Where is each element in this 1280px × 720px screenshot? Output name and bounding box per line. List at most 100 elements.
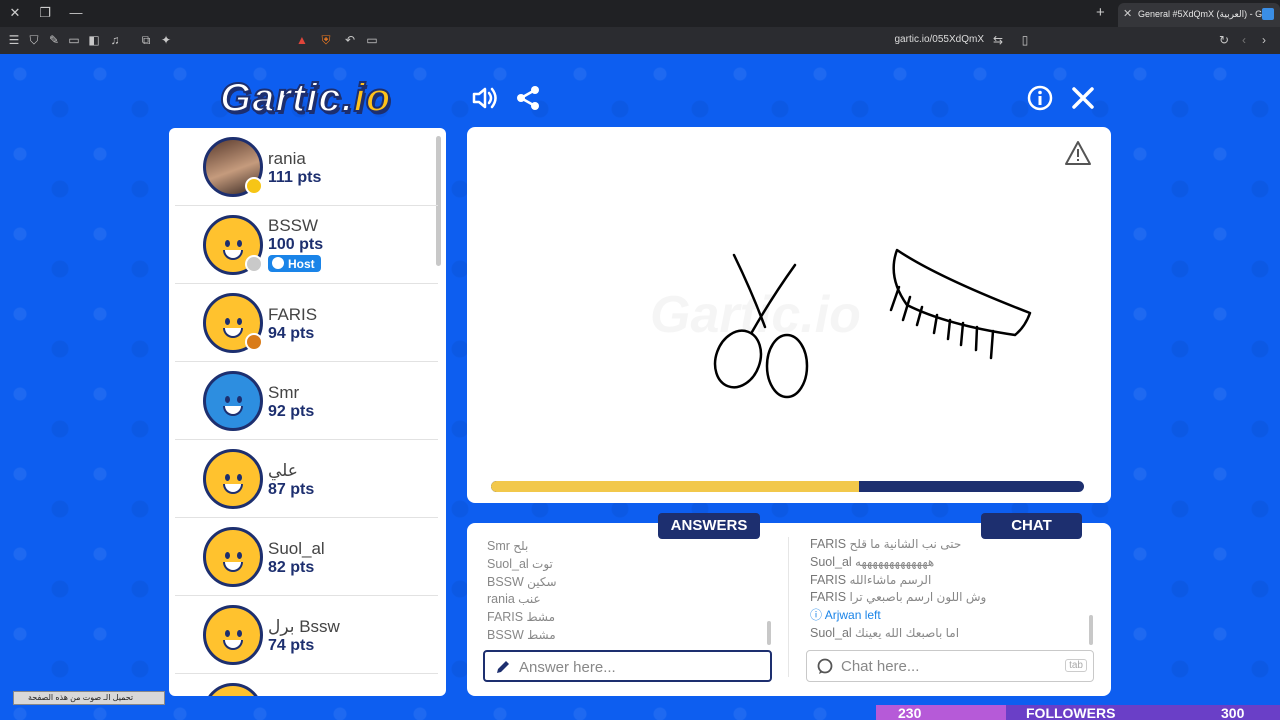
rank-medal-icon xyxy=(245,333,263,351)
avatar xyxy=(203,683,263,696)
player-score: 87 pts xyxy=(268,481,315,498)
browser-toolbar: ☰ ⛉ ✎ ▭ ◧ ♫ ⧉ ✦ ▲ ⛨ ↶ ▭ gartic.io/055XdQ… xyxy=(0,27,1280,54)
followers-label: FOLLOWERS xyxy=(1026,705,1116,720)
minimize-window-icon[interactable]: — xyxy=(67,5,85,20)
info-icon: ⓘ xyxy=(810,608,823,623)
close-icon[interactable] xyxy=(1069,84,1097,112)
avatar xyxy=(203,527,263,587)
gartic-logo[interactable]: Gartic.io xyxy=(219,75,392,121)
list-item: Suol_al توت xyxy=(487,556,553,571)
sidebar-icon[interactable]: ◧ xyxy=(86,33,102,47)
avatar xyxy=(203,449,263,509)
tab-close-icon[interactable]: ✕ xyxy=(1123,7,1132,20)
address-bar-url[interactable]: gartic.io/055XdQmX xyxy=(820,34,985,45)
timer-fill xyxy=(491,481,859,492)
shield-icon[interactable]: ⛉ xyxy=(26,33,42,47)
player-score: 111 pts xyxy=(268,169,322,186)
player-score: 92 pts xyxy=(268,403,315,420)
panel-divider xyxy=(788,537,789,677)
answers-list: Smr بلح Suol_al توت BSSW سكين rania عنب … xyxy=(487,538,762,648)
player-name: rania xyxy=(268,149,306,168)
rank-medal-icon xyxy=(245,177,263,195)
chat-input[interactable]: Chat here... tab xyxy=(806,650,1094,682)
warning-icon[interactable]: ▲ xyxy=(294,33,310,47)
sound-icon[interactable] xyxy=(471,84,499,112)
extension-text: تحميل الـ صوت من هذه الصفحة xyxy=(28,693,134,702)
pencil-icon xyxy=(497,661,509,673)
extension-bar[interactable]: تحميل الـ صوت من هذه الصفحة xyxy=(13,691,165,705)
followers-goal: 300 xyxy=(1221,705,1245,720)
chat-bubble-icon xyxy=(817,658,833,674)
player-name: FARIS xyxy=(268,305,318,324)
browser-titlebar: ✕ ❐ — + ✕ General #5XdQmX (العربية) - Ga… xyxy=(0,0,1280,27)
list-item: Smr بلح xyxy=(487,539,529,553)
brave-shield-icon[interactable]: ⛨ xyxy=(318,33,334,47)
list-item: Suol_al اما باصبعك الله يعينك xyxy=(810,625,960,640)
player-row[interactable]: Suol_al 82 pts xyxy=(175,518,438,596)
player-row[interactable]: برل Bssw 74 pts xyxy=(175,596,438,674)
music-icon[interactable]: ♫ xyxy=(107,33,123,47)
round-timer-bar xyxy=(491,481,1084,492)
player-name: Smr xyxy=(268,383,300,402)
player-name: Suol_al xyxy=(268,539,325,558)
system-message: ⓘ Arjwan left xyxy=(810,608,881,623)
bookmark-icon[interactable]: ▯ xyxy=(1017,33,1033,47)
list-item: FARIS وش اللون ارسم باصبعي ترا xyxy=(810,590,987,605)
player-name: علي xyxy=(268,461,298,480)
new-tab-icon[interactable]: + xyxy=(1096,4,1105,21)
chat-list: FARIS حتى نب الشانية ما قلح Suol_al هههه… xyxy=(810,536,1085,648)
player-score: 82 pts xyxy=(268,559,315,576)
player-score: 100 pts xyxy=(268,236,324,253)
host-icon xyxy=(272,257,284,269)
info-icon[interactable] xyxy=(1026,84,1054,112)
rank-medal-icon xyxy=(245,255,263,273)
answers-tab[interactable]: ANSWERS xyxy=(658,513,760,539)
list-item: Suol_al هههههههههههههه xyxy=(810,554,935,569)
answer-input[interactable]: Answer here... xyxy=(483,650,772,682)
list-item: FARIS الرسم ماشاءالله xyxy=(810,572,932,587)
chat-placeholder: Chat here... xyxy=(841,658,920,675)
tab-title: General #5XdQmX (العربية) - Gar xyxy=(1138,9,1271,19)
undo-icon[interactable]: ↶ xyxy=(342,33,358,47)
tab-key-hint: tab xyxy=(1065,659,1087,672)
list-item: BSSW مشط xyxy=(487,627,556,642)
list-item: FARIS مشط xyxy=(487,610,555,625)
players-list: rania 111 pts BSSW 100 pts Host FARIS 94… xyxy=(169,128,446,696)
followers-current: 230 xyxy=(898,705,922,720)
gartic-favicon-icon xyxy=(1262,8,1274,20)
player-row[interactable]: rania 111 pts xyxy=(175,128,438,206)
player-row[interactable]: FARIS 94 pts xyxy=(175,284,438,362)
answer-placeholder: Answer here... xyxy=(519,659,616,676)
followers-bar: 230 FOLLOWERS 300 xyxy=(876,705,1280,720)
forward-icon[interactable]: › xyxy=(1256,33,1272,47)
player-name: BSSW xyxy=(268,216,319,235)
logo-text: Gartic. xyxy=(219,75,354,121)
player-row[interactable]: Smr 92 pts xyxy=(175,362,438,440)
reload-icon[interactable]: ↻ xyxy=(1216,33,1232,47)
browser-tab[interactable]: ✕ General #5XdQmX (العربية) - Gar xyxy=(1118,3,1280,27)
pen-icon[interactable]: ✎ xyxy=(46,33,62,47)
logo-accent: io xyxy=(353,75,392,121)
answers-scrollbar[interactable] xyxy=(767,621,771,645)
player-row[interactable]: علي 87 pts xyxy=(175,440,438,518)
player-score: 74 pts xyxy=(268,637,315,654)
share-icon[interactable] xyxy=(514,84,542,112)
close-window-icon[interactable]: ✕ xyxy=(6,5,24,21)
player-row[interactable] xyxy=(175,674,438,696)
cast-icon[interactable]: ▭ xyxy=(364,33,380,47)
player-drawing xyxy=(713,248,1032,399)
player-name: برل Bssw xyxy=(268,617,340,636)
player-score: 94 pts xyxy=(268,325,315,342)
tabs-icon[interactable]: ▭ xyxy=(66,33,82,47)
site-settings-icon[interactable]: ⇆ xyxy=(990,33,1006,47)
list-item: BSSW سكين xyxy=(487,574,557,589)
screenshot-icon[interactable]: ⧉ xyxy=(138,33,154,47)
back-icon[interactable]: ‹ xyxy=(1236,33,1252,47)
restore-window-icon[interactable]: ❐ xyxy=(36,5,54,21)
avatar xyxy=(203,371,263,431)
player-row[interactable]: BSSW 100 pts Host xyxy=(175,206,438,284)
avatar xyxy=(203,605,263,665)
extensions-icon[interactable]: ✦ xyxy=(158,33,174,47)
chat-scrollbar[interactable] xyxy=(1089,615,1093,645)
menu-icon[interactable]: ☰ xyxy=(6,33,22,47)
